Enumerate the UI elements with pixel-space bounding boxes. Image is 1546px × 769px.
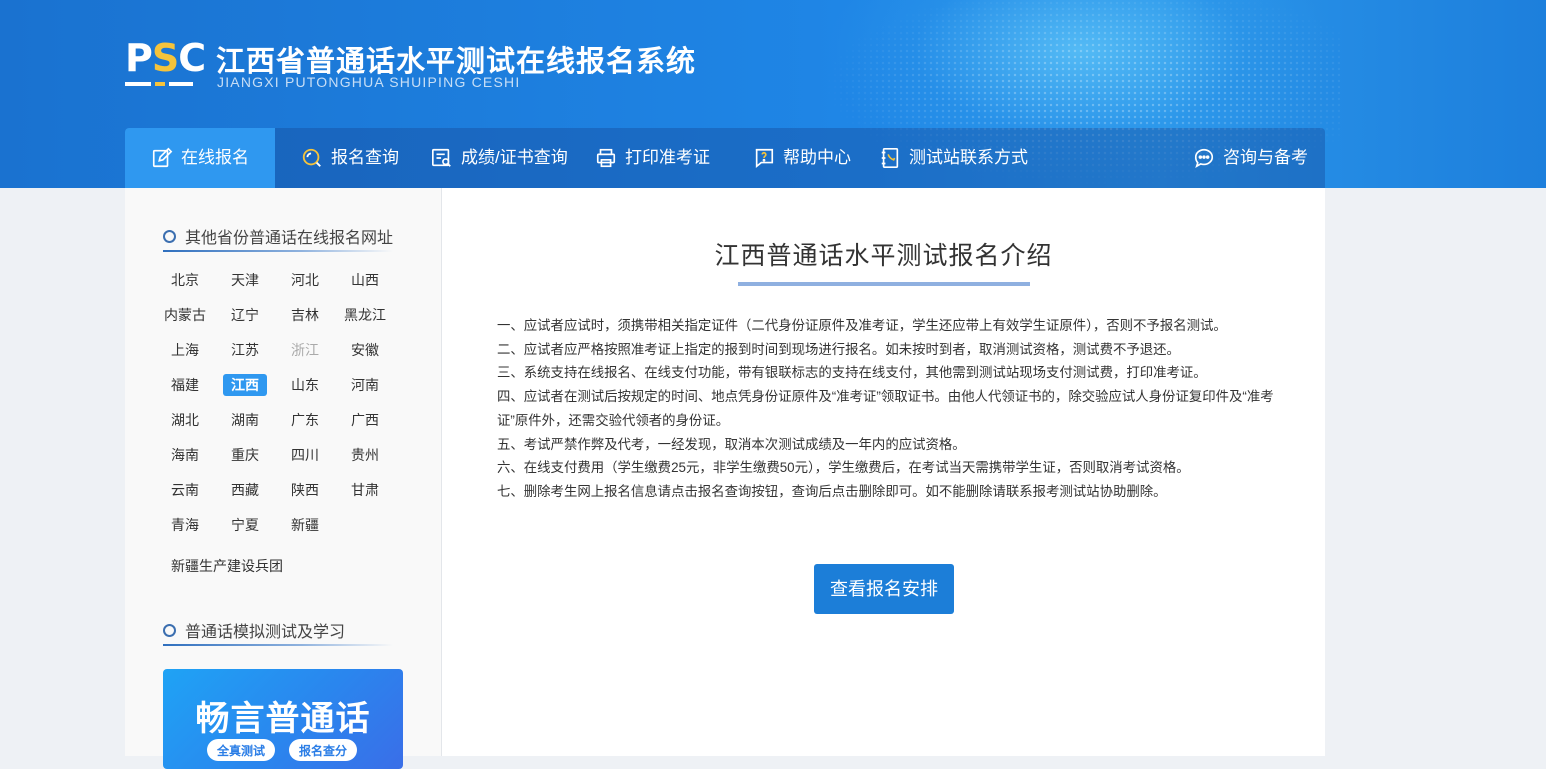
province-link[interactable]: 广东 [283,409,327,431]
province-link[interactable]: 山东 [283,374,327,396]
edit-icon [152,147,173,168]
province-link[interactable]: 浙江 [283,339,327,361]
site-subtitle: JIANGXI PUTONGHUA SHUIPING CESHI [217,74,521,90]
province-link[interactable]: 云南 [163,479,207,501]
province-link[interactable]: 天津 [223,269,267,291]
nav-label: 成绩/证书查询 [461,148,568,167]
nav-score-certificate-query[interactable]: 成绩/证书查询 [431,128,568,188]
province-link[interactable]: 贵州 [343,444,387,466]
page-title: 江西普通话水平测试报名介绍 [714,242,1053,270]
province-link[interactable]: 陕西 [283,479,327,501]
changyan-promo-banner[interactable]: 畅言普通话 全真测试 报名查分 [163,669,403,769]
title-underline [738,282,1030,286]
circle-bullet-icon [163,229,176,243]
rule-item: 二、应试者应严格按照准考证上指定的报到时间到现场进行报名。如未按时到者，取消测试… [497,341,1180,357]
province-link[interactable]: 辽宁 [223,304,267,326]
province-link[interactable]: 黑龙江 [343,304,387,326]
province-link[interactable]: 吉林 [283,304,327,326]
province-link[interactable]: 内蒙古 [163,304,207,326]
psc-logo[interactable]: PSC [125,38,206,90]
province-link[interactable]: 新疆 [283,514,327,536]
help-icon [755,148,774,168]
province-link[interactable]: 山西 [343,269,387,291]
nav-print-admission[interactable]: 打印准考证 [595,128,710,188]
province-link[interactable]: 宁夏 [223,514,267,536]
sidebar: 其他省份普通话在线报名网址 北京 天津 河北 山西内蒙古 辽宁 吉林 黑龙江上海 江苏 浙江 安徽… [125,188,442,769]
nav-label: 帮助中心 [783,148,851,167]
rule-item: 三、系统支持在线报名、在线支付功能，带有银联标志的支持在线支付，其他需到测试站现… [497,365,1207,381]
province-link[interactable]: 河南 [343,374,387,396]
full-test-button[interactable]: 全真测试 [207,739,276,761]
nav-help-center[interactable]: 帮助中心 [753,128,851,188]
nav-label: 报名查询 [331,148,399,167]
province-link[interactable]: 海南 [163,444,207,466]
provinces-heading: 其他省份普通话在线报名网址 [163,224,393,248]
province-link[interactable]: 江西 [223,374,267,396]
heading-underline [163,644,393,646]
main-nav: 在线报名 报名查询 成绩/证书查询 打印准考证 帮助中心 测试站联系方式 咨询与… [125,128,1325,188]
nav-registration-query[interactable]: 报名查询 [301,128,399,188]
printer-icon [596,148,616,168]
province-link[interactable]: 江苏 [223,339,267,361]
main-content: 江西普通话水平测试报名介绍 一、应试者应试时，须携带相关指定证件（二代身份证原件… [442,188,1325,756]
province-link[interactable]: 福建 [163,374,207,396]
nav-consult-prepare[interactable]: 咨询与备考 [1193,128,1308,188]
search-icon [302,148,321,167]
nav-label: 咨询与备考 [1223,148,1308,167]
province-link[interactable]: 甘肃 [343,479,387,501]
nav-label: 在线报名 [181,148,249,167]
view-schedule-button[interactable]: 查看报名安排 [814,564,954,614]
province-link[interactable]: 西藏 [223,479,267,501]
heading-underline [163,250,393,252]
province-link[interactable]: 河北 [283,269,327,291]
province-link[interactable]: 湖北 [163,409,207,431]
certificate-search-icon [432,148,451,167]
rule-item: 七、删除考生网上报名信息请点击报名查询按钮，查询后点击删除即可。如不能删除请联系… [497,483,1167,499]
rules-list: 一、应试者应试时，须携带相关指定证件（二代身份证原件及准考证，学生还应带上有效学… [497,314,1277,504]
chat-icon [1194,148,1214,169]
contact-book-icon [881,148,899,168]
rule-item: 四、应试者在测试后按规定的时间、地点凭身份证原件及“准考证”领取证书。由他人代领… [497,389,1274,428]
rule-item: 五、考试严禁作弊及代考，一经发现，取消本次测试成绩及一年内的应试资格。 [497,436,966,452]
nav-online-registration[interactable]: 在线报名 [125,128,275,188]
province-link[interactable]: 青海 [163,514,207,536]
province-link[interactable]: 湖南 [223,409,267,431]
province-link[interactable]: 广西 [343,409,387,431]
circle-bullet-icon [163,623,176,637]
nav-label: 测试站联系方式 [909,148,1028,167]
practice-heading: 普通话模拟测试及学习 [163,618,345,642]
nav-station-contact[interactable]: 测试站联系方式 [879,128,1028,188]
province-link-xpcc[interactable]: 新疆生产建设兵团 [171,555,283,577]
province-link[interactable]: 重庆 [223,444,267,466]
score-query-button[interactable]: 报名查分 [289,739,358,761]
nav-label: 打印准考证 [625,148,710,167]
province-link[interactable]: 上海 [163,339,207,361]
promo-title: 畅言普通话 [195,700,371,738]
rule-item: 一、应试者应试时，须携带相关指定证件（二代身份证原件及准考证，学生还应带上有效学… [497,318,1227,333]
site-header: PSC 江西省普通话水平测试在线报名系统 JIANGXI PUTONGHUA S… [0,0,1546,188]
rule-item: 六、在线支付费用（学生缴费25元，非学生缴费50元），学生缴费后，在考试当天需携… [497,460,1190,476]
province-link[interactable]: 四川 [283,444,327,466]
province-link[interactable]: 安徽 [343,339,387,361]
province-link[interactable]: 北京 [163,269,207,291]
